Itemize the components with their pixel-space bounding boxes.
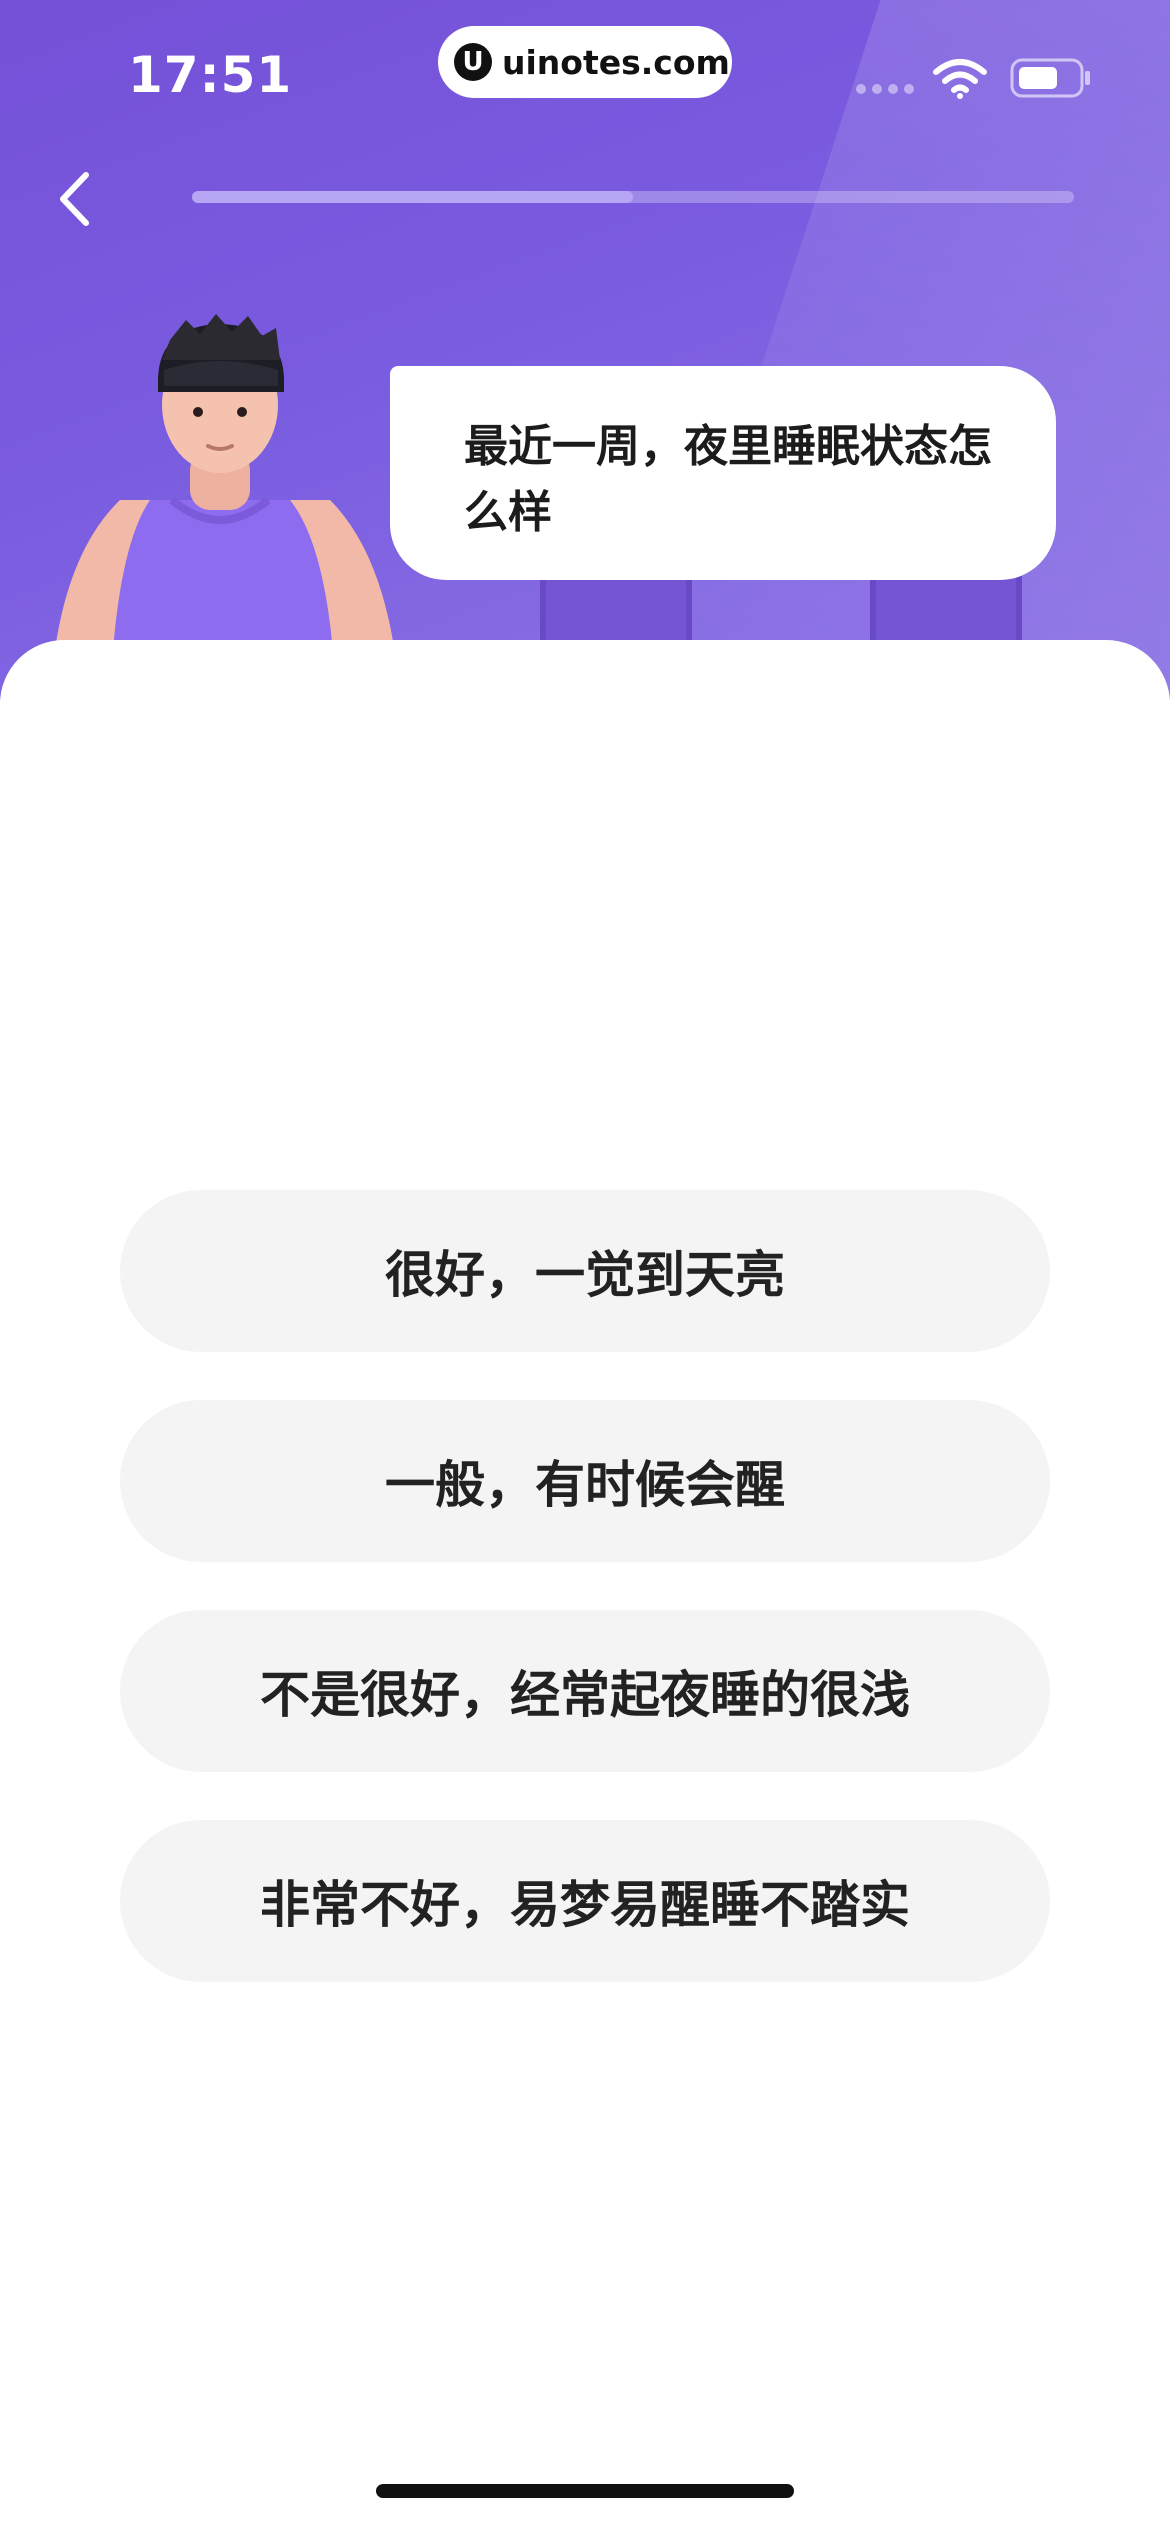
site-label: uinotes.com — [502, 42, 730, 82]
progress-bar — [192, 191, 1074, 203]
back-button[interactable] — [44, 160, 104, 238]
option-sleep-very-bad[interactable]: 非常不好，易梦易醒睡不踏实 — [120, 1820, 1050, 1982]
site-badge: U uinotes.com — [438, 26, 732, 98]
answer-options: 很好，一觉到天亮 一般，有时候会醒 不是很好，经常起夜睡的很浅 非常不好，易梦易… — [120, 1190, 1050, 2030]
progress-bar-fill — [192, 191, 633, 203]
option-sleep-not-good[interactable]: 不是很好，经常起夜睡的很浅 — [120, 1610, 1050, 1772]
screen: 17:51 U uinotes.com 最近一周，夜里睡眠状态怎么样 很好，一觉… — [0, 0, 1170, 2532]
battery-icon — [1010, 58, 1090, 98]
question-bubble: 最近一周，夜里睡眠状态怎么样 — [390, 366, 1056, 580]
site-logo-icon: U — [454, 43, 492, 81]
option-sleep-average[interactable]: 一般，有时候会醒 — [120, 1400, 1050, 1562]
cellular-signal-icon — [856, 84, 914, 94]
chevron-left-icon — [60, 172, 89, 226]
status-bar: 17:51 U uinotes.com — [0, 0, 1170, 130]
hero-banner: 17:51 U uinotes.com 最近一周，夜里睡眠状态怎么样 — [0, 0, 1170, 700]
question-text: 最近一周，夜里睡眠状态怎么样 — [464, 421, 992, 538]
status-time: 17:51 — [128, 46, 293, 104]
home-indicator[interactable] — [376, 2484, 794, 2498]
option-sleep-very-good[interactable]: 很好，一觉到天亮 — [120, 1190, 1050, 1352]
wifi-icon — [933, 59, 987, 99]
